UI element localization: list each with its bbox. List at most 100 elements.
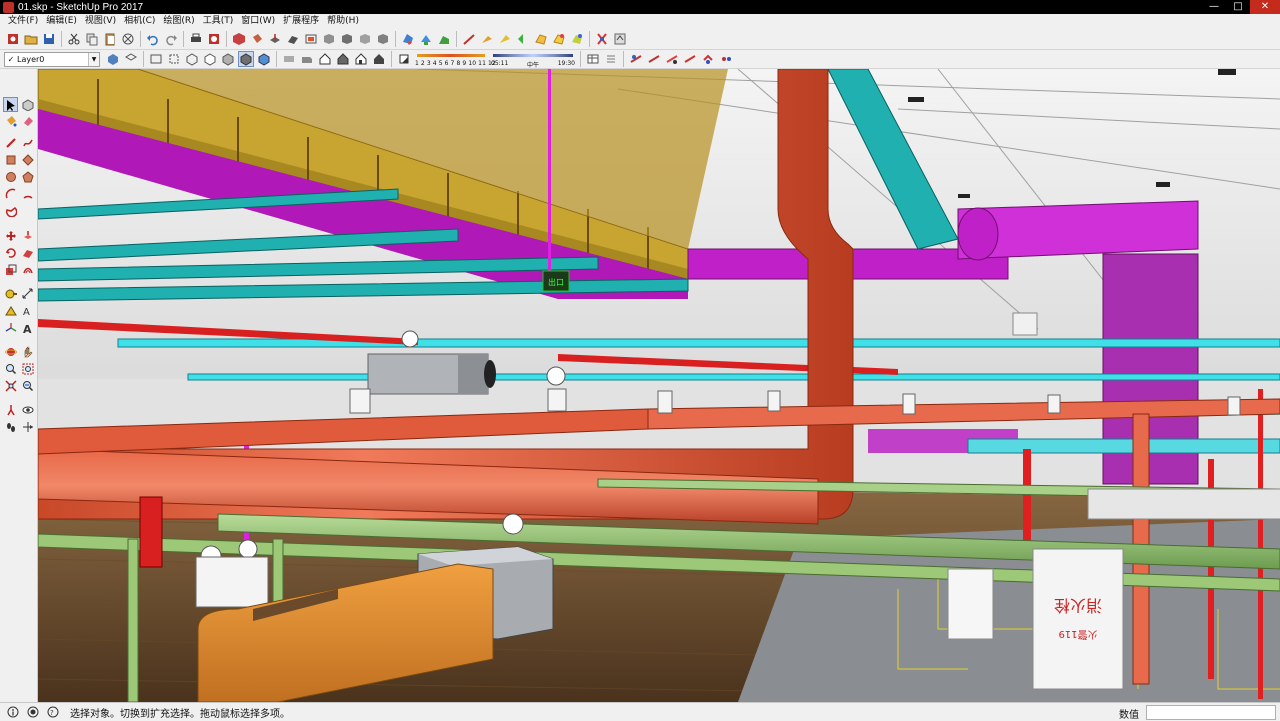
sandbox-from-contours-icon[interactable] [400, 31, 416, 47]
monochrome-style-icon[interactable] [256, 51, 272, 67]
shaded-style-icon[interactable] [220, 51, 236, 67]
fog-icon[interactable] [603, 51, 619, 67]
arc-tool-icon[interactable] [3, 186, 18, 201]
right-view-icon[interactable] [299, 51, 315, 67]
sandbox-add-detail-icon[interactable] [497, 31, 513, 47]
back-view-icon[interactable] [335, 51, 351, 67]
orbit-tool-icon[interactable] [3, 344, 18, 359]
move-tool-icon[interactable] [3, 228, 18, 243]
menu-extensions[interactable]: 扩展程序 [279, 14, 323, 28]
3d-text-tool-icon[interactable]: A [20, 320, 35, 335]
layer-dropdown[interactable]: ✓ Layer0 ▼ [4, 51, 100, 67]
section-plane-icon[interactable] [594, 31, 610, 47]
menu-file[interactable]: 文件(F) [4, 14, 42, 28]
text-tool-icon[interactable]: A [20, 303, 35, 318]
zoom-window-tool-icon[interactable] [20, 361, 35, 376]
offset-tool-icon[interactable] [20, 262, 35, 277]
sandbox-stamp-icon[interactable] [461, 31, 477, 47]
chevron-down-icon[interactable]: ▼ [88, 52, 99, 66]
redo-icon[interactable] [163, 31, 179, 47]
menu-camera[interactable]: 相机(C) [120, 14, 159, 28]
shadow-time-slider[interactable]: 05:11 中午 19:30 [491, 50, 575, 69]
position-camera-tool-icon[interactable] [3, 402, 18, 417]
left-view-icon[interactable] [353, 51, 369, 67]
sandbox-grid-icon[interactable] [533, 31, 549, 47]
follow-me-icon[interactable] [285, 31, 301, 47]
previous-view-tool-icon[interactable] [20, 378, 35, 393]
scale-tool-icon[interactable] [3, 262, 18, 277]
push-pull-icon[interactable] [267, 31, 283, 47]
sandbox-drape-2-icon[interactable] [569, 31, 585, 47]
shadow-date-slider[interactable]: 1 2 3 4 5 6 7 8 9 10 11 12 [415, 50, 496, 68]
make-component-icon[interactable] [231, 31, 247, 47]
sandbox-scrape-icon[interactable] [551, 31, 567, 47]
freehand-tool-icon[interactable] [20, 135, 35, 150]
display-shadows-icon[interactable] [396, 51, 412, 67]
info-icon[interactable] [6, 705, 20, 719]
add-location-icon[interactable] [612, 31, 628, 47]
rotate-tool-icon[interactable] [3, 245, 18, 260]
geo-location-icon[interactable]: ? [46, 705, 60, 719]
push-pull-tool-icon[interactable] [20, 228, 35, 243]
minimize-icon[interactable]: — [1202, 0, 1226, 14]
shaded-textures-style-icon[interactable] [238, 51, 254, 67]
sandbox-flip-edge-icon[interactable] [515, 31, 531, 47]
measurements-input[interactable] [1146, 705, 1276, 720]
iso-view-icon[interactable] [105, 51, 121, 67]
hidden-line-style-icon[interactable] [202, 51, 218, 67]
offset-icon[interactable] [303, 31, 319, 47]
rectangle-tool-icon[interactable] [3, 152, 18, 167]
pipe-tool-2-icon[interactable] [646, 51, 662, 67]
make-component-tool-icon[interactable] [20, 97, 35, 112]
copy-icon[interactable] [84, 31, 100, 47]
save-icon[interactable] [41, 31, 57, 47]
erase-selection-icon[interactable] [120, 31, 136, 47]
protractor-tool-icon[interactable] [3, 303, 18, 318]
sandbox-smoove-icon[interactable] [418, 31, 434, 47]
front-view-icon[interactable] [281, 51, 297, 67]
pipe-tool-6-icon[interactable] [718, 51, 734, 67]
tape-measure-tool-icon[interactable] [3, 286, 18, 301]
intersect-icon[interactable] [339, 31, 355, 47]
back-edges-style-icon[interactable] [166, 51, 182, 67]
follow-me-tool-icon[interactable] [20, 245, 35, 260]
paint-bucket-icon[interactable] [249, 31, 265, 47]
look-around-tool-icon[interactable] [20, 402, 35, 417]
3d-viewport[interactable]: 出口 消火栓 火警119 [38, 69, 1280, 702]
section-plane-tool-icon[interactable] [20, 419, 35, 434]
circle-tool-icon[interactable] [3, 169, 18, 184]
model-info-icon[interactable] [206, 31, 222, 47]
menu-edit[interactable]: 编辑(E) [42, 14, 81, 28]
top-view-icon[interactable] [123, 51, 139, 67]
subtract-icon[interactable] [375, 31, 391, 47]
pie-tool-icon[interactable] [3, 203, 18, 218]
paste-icon[interactable] [102, 31, 118, 47]
walk-tool-icon[interactable] [3, 419, 18, 434]
rotated-rectangle-tool-icon[interactable] [20, 152, 35, 167]
scenes-icon[interactable] [585, 51, 601, 67]
polygon-tool-icon[interactable] [20, 169, 35, 184]
undo-icon[interactable] [145, 31, 161, 47]
zoom-tool-icon[interactable] [3, 361, 18, 376]
two-point-arc-tool-icon[interactable] [20, 186, 35, 201]
menu-tools[interactable]: 工具(T) [199, 14, 238, 28]
open-folder-icon[interactable] [23, 31, 39, 47]
credits-icon[interactable] [26, 705, 40, 719]
new-file-icon[interactable] [5, 31, 21, 47]
dimension-tool-icon[interactable] [20, 286, 35, 301]
outer-shell-icon[interactable] [321, 31, 337, 47]
menu-view[interactable]: 视图(V) [81, 14, 120, 28]
line-tool-icon[interactable] [3, 135, 18, 150]
pipe-tool-1-icon[interactable] [628, 51, 644, 67]
xray-style-icon[interactable] [148, 51, 164, 67]
pipe-tool-5-icon[interactable] [700, 51, 716, 67]
axes-tool-icon[interactable] [3, 320, 18, 335]
maximize-icon[interactable]: □ [1226, 0, 1250, 14]
menu-window[interactable]: 窗口(W) [237, 14, 279, 28]
print-icon[interactable] [188, 31, 204, 47]
menu-help[interactable]: 帮助(H) [323, 14, 363, 28]
sandbox-flip-icon[interactable] [479, 31, 495, 47]
pipe-tool-4-icon[interactable] [682, 51, 698, 67]
select-tool-icon[interactable] [3, 97, 18, 112]
pipe-tool-3-icon[interactable] [664, 51, 680, 67]
